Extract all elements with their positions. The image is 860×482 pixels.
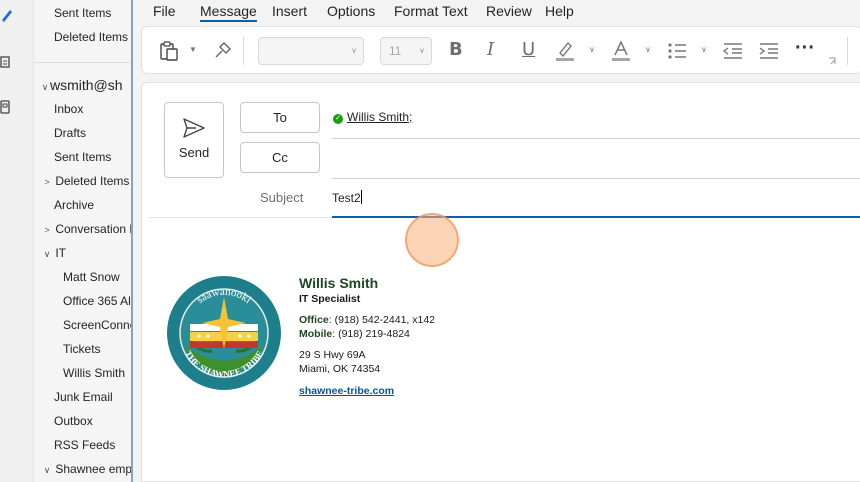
chevron-down-icon[interactable]: ∨ — [42, 243, 52, 264]
subject-input[interactable]: Test2 — [332, 190, 362, 205]
folder-item[interactable]: Sent Items — [54, 2, 132, 24]
folder-item[interactable]: ∨ IT — [42, 242, 132, 264]
folder-item[interactable]: Deleted Items — [54, 26, 132, 48]
subject-underline — [332, 216, 860, 218]
text-caret — [360, 190, 362, 204]
menu-options[interactable]: Options — [327, 3, 375, 19]
to-field[interactable]: ✓ Willis Smith; — [333, 110, 412, 124]
email-signature: Willis Smith IT Specialist Office: (918)… — [299, 274, 435, 397]
menu-help[interactable]: Help — [545, 3, 574, 19]
signature-address-line2: Miami, OK 74354 — [299, 363, 381, 375]
field-underline — [332, 178, 860, 179]
chevron-down-icon[interactable]: ∨ — [701, 45, 707, 54]
chevron-down-icon[interactable]: ∨ — [42, 459, 52, 480]
chevron-down-icon: ∨ — [419, 46, 425, 55]
folder-item[interactable]: Matt Snow — [63, 266, 132, 288]
folder-item[interactable]: Drafts — [54, 122, 132, 144]
signature-office: Office: (918) 542-2441, x142 — [299, 314, 436, 326]
highlight-icon[interactable] — [553, 39, 577, 63]
folder-item[interactable]: Office 365 Al — [63, 290, 132, 312]
apps-icon[interactable] — [0, 100, 12, 114]
recipient-chip[interactable]: Willis Smith; — [347, 110, 412, 124]
ribbon: ▼ ∨ 11 ∨ B I U ∨ ∨ ∨ ··· — [141, 26, 860, 74]
app-rail — [0, 0, 34, 482]
folder-item[interactable]: ∨ Shawnee empl — [42, 458, 132, 480]
signature-address-line1: 29 S Hwy 69A — [299, 349, 366, 361]
separator — [847, 37, 848, 65]
folder-item[interactable]: > Conversation H — [42, 218, 132, 240]
menu-file[interactable]: File — [153, 3, 176, 19]
divider — [148, 217, 332, 218]
signature-name: Willis Smith — [299, 275, 379, 291]
menu-insert[interactable]: Insert — [272, 3, 307, 19]
menu-message[interactable]: Message — [200, 3, 257, 22]
chevron-right-icon[interactable]: > — [42, 171, 52, 192]
increase-indent-icon[interactable] — [758, 41, 780, 61]
chevron-down-icon[interactable]: ∨ — [589, 45, 595, 54]
signature-title: IT Specialist — [299, 293, 361, 305]
bold-button[interactable]: B — [449, 39, 463, 61]
dialog-launcher-icon[interactable] — [828, 57, 836, 65]
decrease-indent-icon[interactable] — [722, 41, 744, 61]
more-icon[interactable]: ··· — [795, 37, 815, 59]
check-icon: ✓ — [333, 114, 343, 124]
folder-item[interactable]: > Deleted Items — [42, 170, 132, 192]
folder-item[interactable]: Sent Items — [54, 146, 132, 168]
font-color-icon[interactable] — [609, 39, 633, 63]
separator — [243, 37, 244, 65]
font-name-dropdown[interactable]: ∨ — [258, 37, 364, 65]
chevron-right-icon[interactable]: > — [42, 219, 52, 240]
compose-window: File Message Insert Options Format Text … — [131, 0, 860, 482]
folder-pane: Sent Items Deleted Items ∨ wsmith@sh Inbo… — [34, 0, 132, 482]
chevron-down-icon[interactable]: ▼ — [189, 45, 197, 54]
message-sheet: Send To ✓ Willis Smith; Cc Subject Test2 — [141, 82, 860, 482]
send-button[interactable]: Send — [164, 102, 224, 178]
format-painter-icon[interactable] — [212, 41, 232, 61]
folder-item[interactable]: Archive — [54, 194, 132, 216]
cc-field[interactable] — [332, 142, 860, 177]
chevron-down-icon[interactable]: ∨ — [645, 45, 651, 54]
shawnee-tribe-seal-logo: saawanooki THE SHAWNEE TRIBE — [167, 276, 281, 390]
folder-item[interactable]: ScreenConne — [63, 314, 132, 336]
italic-button[interactable]: I — [487, 39, 494, 61]
folder-item[interactable]: Inbox — [54, 98, 132, 120]
click-indicator — [405, 213, 459, 267]
folder-item[interactable]: Willis Smith — [63, 362, 132, 384]
edit-icon[interactable] — [0, 8, 12, 22]
chevron-down-icon: ∨ — [41, 82, 49, 92]
signature-mobile: Mobile: (918) 219-4824 — [299, 328, 410, 340]
folder-item[interactable]: Outbox — [54, 410, 132, 432]
menu-format-text[interactable]: Format Text — [394, 3, 468, 19]
notes-icon[interactable] — [0, 55, 12, 69]
signature-website-link[interactable]: shawnee-tribe.com — [299, 385, 394, 397]
to-button[interactable]: To — [240, 102, 320, 133]
folder-item[interactable]: Tickets — [63, 338, 132, 360]
bullets-icon[interactable] — [666, 41, 688, 61]
menu-bar: File Message Insert Options Format Text … — [133, 0, 860, 23]
cc-button[interactable]: Cc — [240, 142, 320, 173]
folder-item[interactable]: Junk Email — [54, 386, 132, 408]
underline-button[interactable]: U — [522, 39, 535, 61]
account-header[interactable]: ∨ wsmith@sh — [40, 74, 132, 96]
paste-icon[interactable] — [158, 40, 180, 62]
subject-label: Subject — [260, 190, 304, 205]
font-size-dropdown[interactable]: 11 ∨ — [380, 37, 432, 65]
field-underline — [332, 138, 860, 139]
menu-review[interactable]: Review — [486, 3, 532, 19]
divider — [34, 62, 132, 63]
chevron-down-icon: ∨ — [351, 46, 357, 55]
send-icon — [183, 118, 205, 138]
folder-item[interactable]: RSS Feeds — [54, 434, 132, 456]
